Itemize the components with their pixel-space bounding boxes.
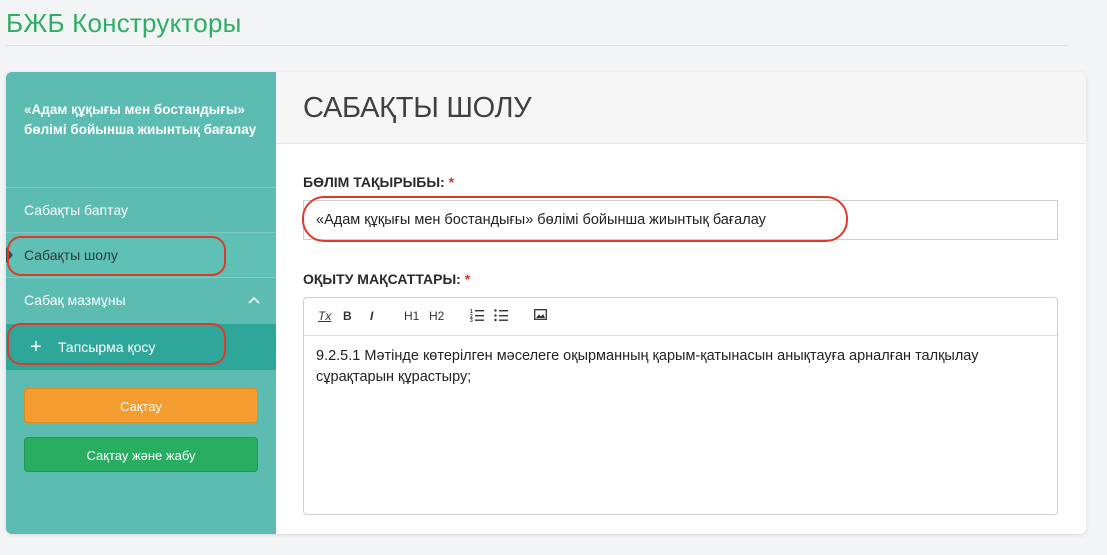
objectives-label: ОҚЫТУ МАҚСАТТАРЫ: * (303, 271, 471, 287)
section-topic-input[interactable]: «Адам құқығы мен бостандығы» бөлімі бойы… (303, 200, 1058, 240)
sidebar-item-label: Сабақты шолу (24, 247, 118, 263)
title-divider (6, 45, 1068, 46)
sidebar: «Адам құқығы мен бостандығы» бөлімі бойы… (6, 72, 276, 534)
sidebar-item-label: Сабақ мазмұны (24, 292, 126, 308)
image-icon[interactable] (534, 309, 547, 323)
save-button[interactable]: Сақтау (24, 388, 258, 423)
required-mark: * (464, 271, 471, 287)
svg-text:3: 3 (470, 318, 473, 322)
sidebar-heading: «Адам құқығы мен бостандығы» бөлімі бойы… (24, 102, 257, 137)
required-mark: * (448, 174, 455, 190)
editor-content[interactable]: 9.2.5.1 Мәтінде көтерілген мәселеге оқыр… (316, 346, 1041, 388)
heading1-button[interactable]: H1 (404, 309, 419, 323)
main-header: САБАҚТЫ ШОЛУ (276, 72, 1086, 144)
builder-card: «Адам құқығы мен бостандығы» бөлімі бойы… (6, 72, 1086, 534)
page-title: САБАҚТЫ ШОЛУ (303, 92, 532, 124)
heading2-button[interactable]: H2 (429, 309, 444, 323)
active-marker-icon (6, 247, 13, 263)
sidebar-item-lesson-content[interactable]: Сабақ мазмұны (6, 278, 276, 322)
bullet-list-icon[interactable] (494, 308, 508, 325)
bold-button[interactable]: B (343, 309, 352, 323)
italic-button[interactable]: I (370, 309, 373, 323)
save-and-close-button[interactable]: Сақтау және жабу (24, 437, 258, 472)
add-task-button[interactable]: + Тапсырма қосу (6, 324, 276, 370)
ordered-list-icon[interactable]: 123 (470, 308, 484, 325)
sidebar-item-lesson-settings[interactable]: Сабақты баптау (6, 188, 276, 232)
clear-format-icon[interactable]: Tx (318, 309, 331, 323)
editor-toolbar: Tx B I H1 H2 123 (304, 298, 1057, 336)
objectives-editor[interactable]: Tx B I H1 H2 123 9.2.5.1 Мәтінде көтеріл… (303, 297, 1058, 515)
plus-icon: + (30, 336, 42, 358)
sidebar-item-lesson-overview[interactable]: Сабақты шолу (6, 233, 276, 277)
section-topic-label: БӨЛІМ ТАҚЫРЫБЫ: * (303, 174, 455, 190)
main-panel: САБАҚТЫ ШОЛУ БӨЛІМ ТАҚЫРЫБЫ: * «Адам құқ… (276, 72, 1086, 534)
add-task-label: Тапсырма қосу (58, 339, 156, 355)
chevron-up-icon[interactable] (248, 278, 260, 322)
app-title: БЖБ Конструкторы (6, 8, 242, 38)
